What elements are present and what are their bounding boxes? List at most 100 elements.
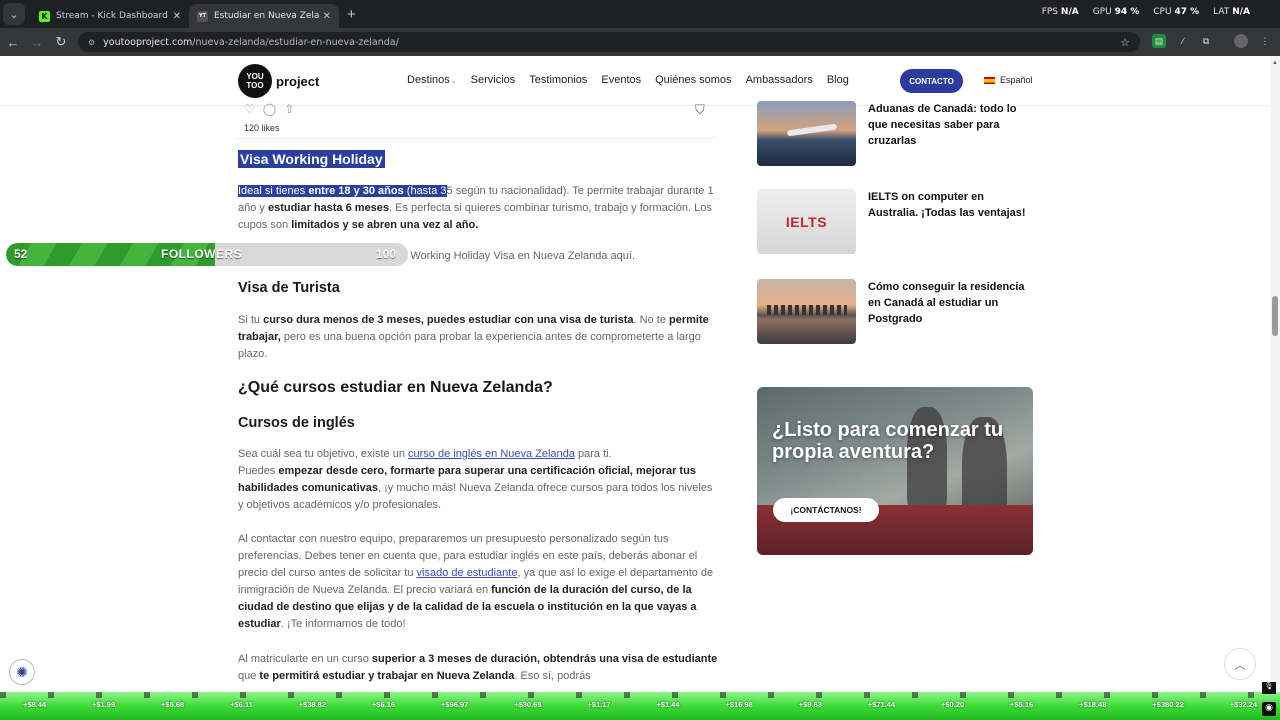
ticker-values: +$8.44 +$1.99 +$5.68 +$6.11 +$38.82 +$6.16 +$9… xyxy=(0,700,1280,709)
close-tab-icon[interactable]: ✕ xyxy=(173,11,181,22)
scroll-thumb[interactable] xyxy=(1272,296,1278,336)
comment-icon[interactable]: ◯ xyxy=(263,102,276,116)
settings-corner-icon[interactable]: ◉ xyxy=(1262,702,1276,716)
scroll-to-top-button[interactable]: ︿ xyxy=(1224,648,1256,680)
ticker-value: +$6.11 xyxy=(230,700,253,709)
gpu-label: GPU xyxy=(1092,7,1112,17)
ticker-value: +$96.97 xyxy=(440,700,469,709)
kick-favicon-icon: K xyxy=(39,10,50,22)
nav-item-destinos[interactable]: Destinos⌄ xyxy=(407,74,457,86)
tab-title: Stream - Kick Dashboard xyxy=(56,11,168,21)
lat-label: LAT xyxy=(1213,7,1230,17)
toronto-thumbnail xyxy=(757,279,856,344)
ticker-value: +$32.24 xyxy=(1229,700,1258,709)
contact-button[interactable]: CONTACTO xyxy=(900,69,963,93)
adventure-banner: ¿Listo para comenzar tu propia aventura?… xyxy=(757,387,1033,555)
share-icon[interactable]: ⇧ xyxy=(284,102,294,116)
nav-item-eventos[interactable]: Eventos xyxy=(601,74,641,86)
language-selector[interactable]: Español xyxy=(984,75,1033,85)
address-bar[interactable]: ⚙ youtooproject.com/nueva-zelanda/estudi… xyxy=(78,32,1140,52)
bold-text: entre 18 y 30 años xyxy=(308,185,404,197)
sidebar-post-title: Aduanas de Canadá: todo lo que necesitas… xyxy=(868,103,1017,147)
performance-stats: FPS N/A GPU 94 % CPU 47 % LAT N/A xyxy=(1042,7,1250,17)
heart-icon[interactable]: ♡ xyxy=(244,102,255,116)
bookmark-star-icon[interactable]: ☆ xyxy=(1120,36,1130,49)
nav-item-testimonios[interactable]: Testimonios xyxy=(529,74,587,86)
sidebar-post-title: Cómo conseguir la residencia en Canadá a… xyxy=(868,281,1025,325)
site-info-icon[interactable]: ⚙ xyxy=(88,38,95,47)
ticker-value: +$1.99 xyxy=(91,700,116,709)
extension-green-icon[interactable]: ▤ xyxy=(1152,34,1166,48)
text: . ¡Te informamos de todo! xyxy=(280,618,406,630)
ticker-value: +$5.68 xyxy=(161,700,185,709)
ticker-value: +$1.44 xyxy=(656,700,680,709)
ticker-value: +$9.63 xyxy=(798,700,822,709)
ielts-thumbnail: IELTS xyxy=(757,189,856,254)
text: para ti. xyxy=(574,448,612,460)
selected-text: Ideal si tienes entre 18 y 30 años (hast… xyxy=(238,185,447,197)
site-header: YOU TOO project Destinos⌄ Servicios Test… xyxy=(0,56,1270,106)
followers-goal-bar: 52 FOLLOWERS 100 xyxy=(6,243,408,266)
tab-search-icon[interactable]: ⌄ xyxy=(3,3,25,25)
paragraph-working-holiday: Ideal si tienes entre 18 y 30 años (hast… xyxy=(238,183,718,234)
site-logo[interactable]: YOU TOO project xyxy=(238,64,319,98)
text: pero es una buena opción para probar la … xyxy=(238,331,701,360)
cpu-value: 47 % xyxy=(1174,7,1200,17)
bold-text: estudiar hasta 6 meses xyxy=(267,202,390,214)
ticker-value: +$5.16 xyxy=(1010,700,1034,709)
ielts-logo-text: IELTS xyxy=(785,213,828,230)
back-icon[interactable]: ← xyxy=(2,35,24,50)
banner-title: ¿Listo para comenzar tu propia aventura? xyxy=(772,419,1004,463)
heading-cursos-ingles: Cursos de inglés xyxy=(238,415,355,431)
language-label: Español xyxy=(1000,75,1033,85)
chevron-down-icon: ⌄ xyxy=(450,78,457,85)
chevron-up-icon: ︿ xyxy=(1233,657,1246,672)
ticker-value: +$8.44 xyxy=(22,700,47,709)
tab-kick-dashboard[interactable]: K Stream - Kick Dashboard ✕ xyxy=(31,4,189,28)
ticker-value: +$0.20 xyxy=(940,700,965,709)
heading-que-cursos: ¿Qué cursos estudiar en Nueva Zelanda? xyxy=(238,379,553,396)
text: . No te xyxy=(633,314,670,326)
sidebar-post-ielts[interactable]: IELTS IELTS on computer en Australia. ¡T… xyxy=(757,189,1034,254)
link-visado-estudiante[interactable]: visado de estudiante xyxy=(417,567,518,579)
cpu-label: CPU xyxy=(1153,7,1172,17)
extension-pen-icon[interactable]: ∕ xyxy=(1176,34,1190,48)
text: que xyxy=(238,670,260,682)
forward-icon[interactable]: → xyxy=(26,35,48,50)
bookmark-icon[interactable]: ⛉ xyxy=(695,102,705,118)
close-tab-icon[interactable]: ✕ xyxy=(323,11,331,22)
browser-toolbar: ← → ↻ ⚙ youtooproject.com/nueva-zelanda/… xyxy=(0,28,1280,56)
followers-goal: 100 xyxy=(376,247,397,261)
nav-item-quienes-somos[interactable]: Quiénes somos xyxy=(655,74,731,86)
ticker-value: +$38.82 xyxy=(298,700,327,709)
cookie-settings-icon[interactable]: ✺ xyxy=(9,659,35,685)
fps-value: N/A xyxy=(1060,7,1079,17)
nav-item-servicios[interactable]: Servicios xyxy=(471,74,516,86)
ticker-value: +$71.44 xyxy=(867,700,896,709)
sidebar-post-aduanas[interactable]: Aduanas de Canadá: todo lo que necesitas… xyxy=(757,101,1034,166)
likes-count: 120 likes xyxy=(244,123,280,133)
new-tab-button[interactable]: + xyxy=(347,6,356,23)
text: Al matricularte en un curso xyxy=(238,653,372,665)
extensions-puzzle-icon[interactable]: ⧉ xyxy=(1199,34,1213,48)
profile-avatar-icon[interactable] xyxy=(1234,34,1248,48)
bold-text: te permitirá estudiar y trabajar en Nuev… xyxy=(259,670,515,682)
text: Puedes xyxy=(238,465,279,477)
sidebar-post-residencia[interactable]: Cómo conseguir la residencia en Canadá a… xyxy=(757,279,1034,344)
ticker-value: +$30.68 xyxy=(514,700,542,709)
menu-dots-icon[interactable]: ⋮ xyxy=(1258,34,1272,48)
scroll-up-icon[interactable]: ▲ xyxy=(1272,60,1278,66)
stream-donation-ticker: +$8.44 +$1.99 +$5.68 +$6.11 +$38.82 +$6.16 +$9… xyxy=(0,692,1280,720)
page-scrollbar[interactable]: ▲ xyxy=(1270,56,1280,690)
reload-icon[interactable]: ↻ xyxy=(50,34,72,50)
nav-item-blog[interactable]: Blog xyxy=(827,74,849,86)
ticker-decoration xyxy=(0,692,1280,698)
main-nav: Destinos⌄ Servicios Testimonios Eventos … xyxy=(407,74,849,86)
link-curso-ingles[interactable]: curso de inglés en Nueva Zelanda xyxy=(408,448,575,460)
ticker-value: +$380.22 xyxy=(1152,700,1184,709)
followers-current: 52 xyxy=(14,247,28,261)
tab-estudiar-nueva-zelanda[interactable]: YT Estudiar en Nueva Zelanda con ✕ xyxy=(189,4,339,28)
banner-contact-button[interactable]: ¡CONTÁCTANOS! xyxy=(773,498,879,522)
nav-item-ambassadors[interactable]: Ambassadors xyxy=(746,74,813,86)
bold-text: limitados y se abren una vez al año. xyxy=(291,219,479,231)
